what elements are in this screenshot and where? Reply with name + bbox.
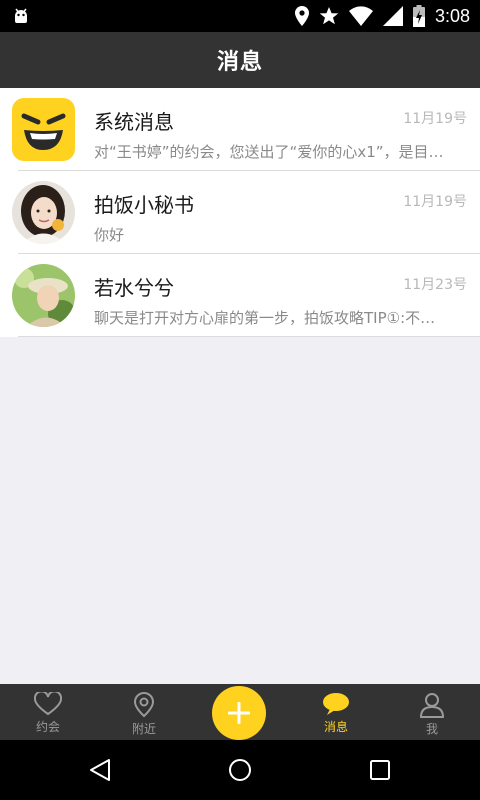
person-icon (419, 693, 445, 718)
tab-label: 附近 (131, 722, 156, 736)
tab-dating[interactable]: 约会 (0, 684, 96, 740)
recents-icon[interactable] (368, 758, 392, 782)
location-status-icon (294, 6, 309, 26)
divider (18, 336, 480, 337)
list-item[interactable]: 若水兮兮 11月23号 聊天是打开对方心扉的第一步，拍饭攻略TIP①:不… (0, 254, 480, 337)
tab-messages[interactable]: 消息 (288, 684, 384, 740)
message-list: 系统消息 11月19号 对“王书婷”的约会，您送出了“爱你的心x1”，是目… 拍… (0, 88, 480, 337)
message-date: 11月19号 (403, 111, 467, 127)
plus-icon (228, 702, 250, 724)
system-nav-bar (0, 740, 480, 800)
system-smiley-avatar (12, 98, 75, 161)
status-time: 3:08 (434, 5, 470, 26)
wifi-icon (348, 6, 373, 26)
add-button[interactable] (212, 686, 266, 740)
tab-label: 我 (425, 722, 438, 736)
contact-avatar (12, 181, 75, 244)
location-pin-icon (133, 692, 155, 718)
back-icon[interactable] (88, 758, 112, 782)
page-title: 消息 (216, 50, 263, 75)
status-bar: 3:08 (0, 0, 480, 32)
message-preview: 你好 (94, 226, 125, 244)
tab-nearby[interactable]: 附近 (96, 684, 192, 740)
list-item[interactable]: 系统消息 11月19号 对“王书婷”的约会，您送出了“爱你的心x1”，是目… (0, 88, 480, 171)
tab-label: 消息 (323, 720, 348, 734)
header-bar: 消息 (0, 32, 480, 88)
star-status-icon (319, 7, 339, 25)
list-item[interactable]: 拍饭小秘书 11月19号 你好 (0, 171, 480, 254)
home-icon[interactable] (228, 758, 252, 782)
contact-avatar (12, 264, 75, 327)
tab-label: 约会 (35, 720, 60, 734)
battery-icon (412, 5, 425, 27)
heart-icon (34, 692, 62, 716)
message-preview: 聊天是打开对方心扉的第一步，拍饭攻略TIP①:不… (94, 309, 436, 327)
message-preview: 对“王书婷”的约会，您送出了“爱你的心x1”，是目… (94, 143, 444, 161)
message-date: 11月19号 (403, 194, 467, 210)
signal-icon (382, 6, 403, 26)
message-date: 11月23号 (403, 277, 467, 293)
contact-name: 若水兮兮 (94, 276, 174, 300)
android-debug-icon (15, 8, 27, 23)
contact-name: 拍饭小秘书 (94, 193, 194, 217)
tab-me[interactable]: 我 (384, 684, 480, 740)
chat-bubble-icon (323, 693, 349, 715)
contact-name: 系统消息 (94, 110, 174, 134)
